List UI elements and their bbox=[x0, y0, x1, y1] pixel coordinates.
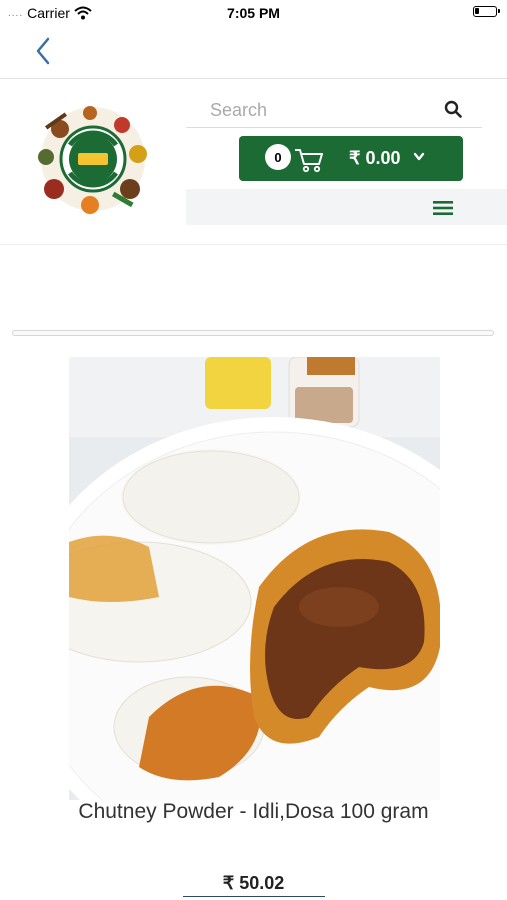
product-title: Chutney Powder - Idli,Dosa 100 gram bbox=[78, 800, 429, 823]
store-header: 0 ₹ 0.00 bbox=[0, 79, 507, 245]
nav-bar bbox=[0, 26, 507, 79]
chevron-down-icon[interactable] bbox=[413, 152, 425, 162]
menu-bar bbox=[186, 189, 507, 225]
hamburger-menu-icon[interactable] bbox=[433, 200, 453, 216]
battery-icon bbox=[473, 6, 500, 17]
back-chevron-icon[interactable] bbox=[30, 36, 60, 66]
cart-button[interactable]: 0 ₹ 0.00 bbox=[239, 136, 463, 181]
brand-logo[interactable] bbox=[30, 99, 156, 219]
status-time: 7:05 PM bbox=[227, 5, 280, 21]
search-icon[interactable] bbox=[444, 100, 462, 118]
search-box bbox=[186, 91, 482, 128]
status-bar: .... Carrier 7:05 PM bbox=[0, 0, 507, 26]
product-price: ₹ 50.02 bbox=[222, 873, 285, 893]
search-input[interactable] bbox=[208, 95, 442, 125]
cart-total: ₹ 0.00 bbox=[349, 148, 401, 168]
cart-icon bbox=[295, 149, 323, 173]
product-image[interactable] bbox=[69, 357, 440, 800]
section-divider bbox=[12, 330, 494, 336]
cart-count-badge: 0 bbox=[265, 144, 291, 170]
price-underline bbox=[183, 896, 325, 897]
